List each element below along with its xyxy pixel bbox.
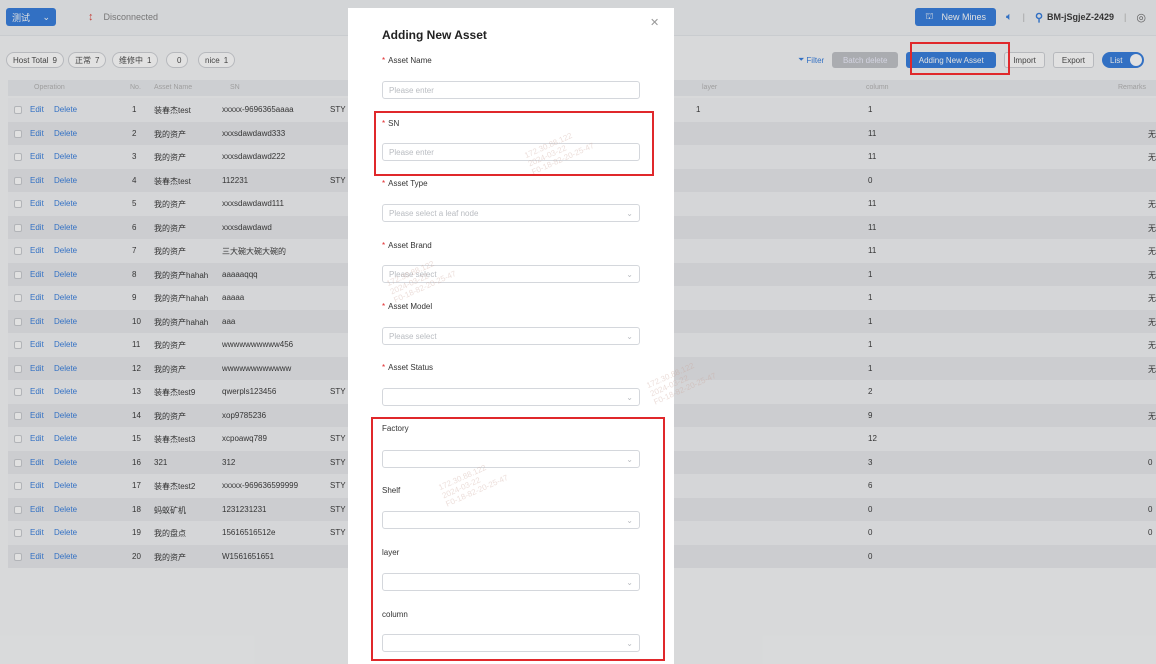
chevron-down-icon: ⌄ xyxy=(626,392,633,402)
asset-status-label: * Asset Status xyxy=(382,363,433,372)
asset-model-placeholder: Please select xyxy=(389,331,437,341)
asset-name-input[interactable]: Please enter xyxy=(382,81,640,99)
highlight-box-location-fields xyxy=(371,417,665,661)
asset-type-label-text: Asset Type xyxy=(388,179,428,188)
required-mark: * xyxy=(382,363,386,372)
close-icon[interactable]: ✕ xyxy=(650,16,659,29)
highlight-box-sn xyxy=(374,111,654,176)
chevron-down-icon: ⌄ xyxy=(626,208,633,218)
required-mark: * xyxy=(382,302,386,311)
asset-type-placeholder: Please select a leaf node xyxy=(389,208,479,218)
asset-status-select[interactable]: ⌄ xyxy=(382,388,640,406)
required-mark: * xyxy=(382,179,386,188)
asset-brand-label: * Asset Brand xyxy=(382,241,432,250)
asset-model-label: * Asset Model xyxy=(382,302,432,311)
dialog-title: Adding New Asset xyxy=(382,28,487,42)
asset-brand-label-text: Asset Brand xyxy=(388,241,432,250)
watermark: 172.30.88.122 2024-03-22 F0-18-82-20-25-… xyxy=(385,259,458,305)
asset-type-select[interactable]: Please select a leaf node ⌄ xyxy=(382,204,640,222)
chevron-down-icon: ⌄ xyxy=(626,331,633,341)
required-mark: * xyxy=(382,241,386,250)
asset-name-label: * Asset Name xyxy=(382,56,432,65)
asset-name-placeholder: Please enter xyxy=(389,85,434,95)
asset-type-label: * Asset Type xyxy=(382,179,428,188)
asset-status-label-text: Asset Status xyxy=(388,363,434,372)
highlight-box-add-button xyxy=(910,42,1010,75)
chevron-down-icon: ⌄ xyxy=(626,269,633,279)
asset-model-select[interactable]: Please select ⌄ xyxy=(382,327,640,345)
asset-name-label-text: Asset Name xyxy=(388,56,432,65)
required-mark: * xyxy=(382,56,386,65)
